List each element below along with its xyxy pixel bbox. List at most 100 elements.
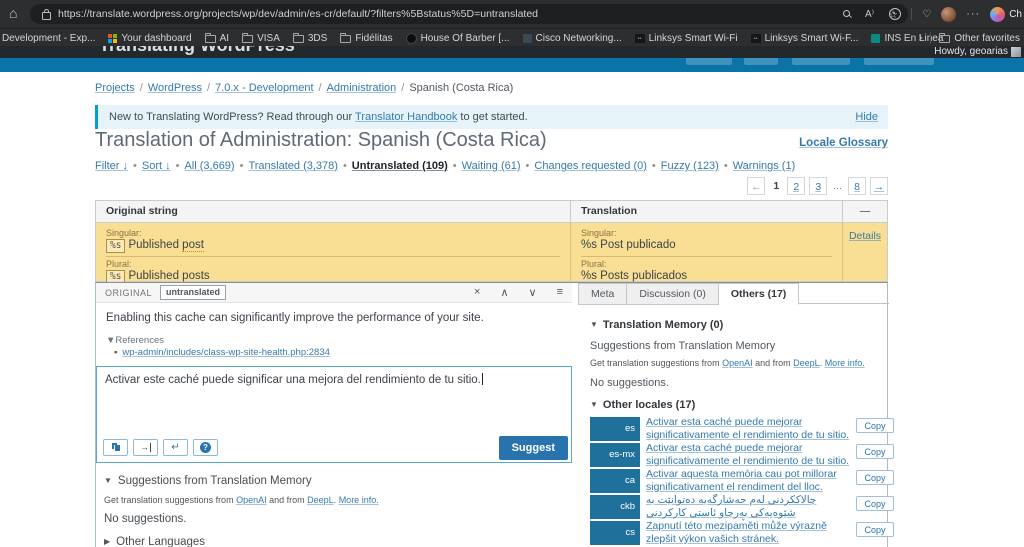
triangle-down-icon: ▼ (106, 335, 115, 346)
nav-item-stub[interactable] (792, 58, 850, 65)
home-icon[interactable]: ⌂ (9, 5, 17, 21)
suggest-button[interactable]: Suggest (499, 436, 568, 460)
filter-translated-link[interactable]: Translated (3,378) (248, 160, 337, 172)
breadcrumb-link[interactable]: Administration (327, 82, 397, 94)
bookmark-item[interactable]: ↔Linksys Smart Wi-F... (751, 33, 859, 44)
collections-icon[interactable] (889, 8, 901, 20)
close-icon[interactable]: × (474, 286, 480, 299)
hint-text: and from (267, 495, 308, 505)
handbook-link[interactable]: Translator Handbook (355, 111, 457, 123)
copy-original-button[interactable] (103, 439, 128, 456)
howdy-avatar[interactable] (1011, 47, 1021, 57)
locale-glossary-link[interactable]: Locale Glossary (799, 137, 888, 149)
nav-item-stub[interactable] (864, 58, 934, 65)
nav-item-stub[interactable] (744, 58, 778, 65)
singular-source: %sPublished post (106, 238, 560, 253)
profile-avatar[interactable] (941, 7, 956, 22)
glossary-term[interactable]: post (182, 239, 204, 252)
locale-translation-link[interactable]: Zapnutí této mezipaměti může výrazně zle… (646, 520, 850, 547)
openai-link[interactable]: OpenAI (722, 358, 753, 368)
filter-waiting-link[interactable]: Waiting (61) (462, 160, 521, 172)
menu-icon[interactable]: ≡ (557, 286, 563, 299)
tab-others[interactable]: Others (17) (719, 283, 799, 305)
folder-icon (340, 35, 351, 43)
breadcrumb-link[interactable]: Projects (95, 82, 135, 94)
bookmark-item[interactable]: Cisco Networking... (523, 33, 622, 44)
table-header: Original string Translation — (96, 201, 887, 223)
read-aloud-icon[interactable]: A⁾ (865, 9, 874, 20)
tm-suggestions-toggle[interactable]: ▼Suggestions from Translation Memory (104, 475, 312, 487)
copy-button[interactable]: Copy (856, 496, 894, 511)
copy-button[interactable]: Copy (856, 418, 894, 433)
bookmark-item[interactable]: ↔Linksys Smart Wi-Fi (635, 33, 738, 44)
chevron-down-icon[interactable]: ∨ (529, 286, 537, 299)
bookmark-item[interactable]: Your dashboard (108, 33, 191, 44)
filter-warnings-link[interactable]: Warnings (1) (733, 160, 796, 172)
deepl-link[interactable]: DeepL (307, 495, 334, 505)
overflow-chevron-icon[interactable]: › (919, 32, 923, 44)
chevron-up-icon[interactable]: ∧ (500, 286, 508, 299)
bookmark-item[interactable]: 3DS (293, 33, 327, 44)
browser-essentials-icon[interactable]: ♡ (922, 9, 931, 20)
tm-section-toggle[interactable]: ▼Translation Memory (0) (590, 319, 723, 331)
help-button[interactable]: ? (193, 439, 218, 456)
deepl-link[interactable]: DeepL (793, 358, 820, 368)
hide-notice-link[interactable]: Hide (855, 105, 878, 129)
copy-button[interactable]: Copy (856, 444, 894, 459)
tab-icon: → (140, 443, 151, 452)
insert-newline-button[interactable]: ↵ (163, 439, 188, 456)
howdy-label[interactable]: Howdy, geoarias (934, 46, 1008, 58)
bookmark-item[interactable]: Fidélitas (340, 33, 392, 44)
page-3-button[interactable]: 3 (809, 177, 827, 195)
nav-item-stub[interactable] (686, 58, 732, 65)
bookmark-item[interactable]: VISA (242, 33, 280, 44)
plural-divider (106, 256, 560, 257)
copy-button[interactable]: Copy (856, 470, 894, 485)
filter-all-link[interactable]: All (3,669) (184, 160, 234, 172)
more-menu-icon[interactable]: ··· (966, 8, 980, 20)
copy-button[interactable]: Copy (856, 522, 894, 537)
translation-textarea[interactable]: Activar este caché puede significar una … (96, 366, 572, 463)
sort-toggle[interactable]: Sort ↓ (142, 160, 171, 172)
tab-discussion[interactable]: Discussion (0) (627, 283, 719, 305)
breadcrumb-link[interactable]: WordPress (148, 82, 202, 94)
filter-changes-link[interactable]: Changes requested (0) (534, 160, 647, 172)
bookmark-item[interactable]: House Of Barber [... (406, 33, 510, 44)
divider (930, 32, 931, 44)
locale-translation-link[interactable]: Activar esta caché puede mejorar signifi… (646, 416, 850, 443)
reference-link[interactable]: wp-admin/includes/class-wp-site-health.p… (122, 347, 330, 358)
other-languages-toggle[interactable]: ▶Other Languages (104, 536, 205, 547)
address-bar[interactable]: https://translate.wordpress.org/projects… (30, 4, 908, 24)
table-row[interactable]: Singular: %sPublished post Plural: %sPub… (96, 223, 887, 281)
breadcrumb-link[interactable]: 7.0.x - Development (215, 82, 313, 94)
breadcrumb: Projects/WordPress/7.0.x - Development/A… (95, 82, 513, 94)
site-favicon (523, 34, 532, 43)
more-info-link[interactable]: More info. (825, 358, 865, 368)
folder-icon (293, 35, 304, 43)
tab-meta[interactable]: Meta (578, 283, 627, 305)
handbook-notice: New to Translating WordPress? Read throu… (95, 105, 888, 129)
bookmark-item[interactable]: AI (205, 33, 229, 44)
filter-untranslated-link[interactable]: Untranslated (109) (352, 160, 448, 172)
locale-translation-link[interactable]: Activar esta caché puede mejorar signifi… (646, 442, 850, 469)
other-favorites-button[interactable]: Other favorites (939, 33, 1020, 44)
filter-fuzzy-link[interactable]: Fuzzy (123) (661, 160, 719, 172)
locale-translation-link[interactable]: چالاککردنی لەم حەشارگەیە دەتوانێت بە شێو… (646, 494, 850, 521)
page-2-button[interactable]: 2 (787, 177, 805, 195)
references-toggle[interactable]: ▼References (106, 335, 164, 346)
zoom-icon[interactable] (843, 10, 851, 18)
bookmark-item[interactable]: Development - Exp... (2, 33, 95, 44)
other-locales-toggle[interactable]: ▼Other locales (17) (590, 399, 695, 411)
next-page-button[interactable]: → (870, 177, 888, 195)
locale-translation-link[interactable]: Activar aquesta memòria cau pot millorar… (646, 468, 850, 495)
newline-icon: ↵ (171, 442, 179, 453)
page-8-button[interactable]: 8 (848, 177, 866, 195)
details-link[interactable]: Details (849, 230, 881, 242)
openai-link[interactable]: OpenAI (236, 495, 267, 505)
locale-row: ckb چالاککردنی لەم حەشارگەیە دەتوانێت بە… (590, 494, 889, 520)
filter-toggle[interactable]: Filter ↓ (95, 160, 128, 172)
copilot-button[interactable]: Ch (990, 7, 1022, 22)
text-cursor (482, 373, 483, 385)
insert-tab-button[interactable]: → (133, 439, 158, 456)
more-info-link[interactable]: More info. (339, 495, 379, 505)
